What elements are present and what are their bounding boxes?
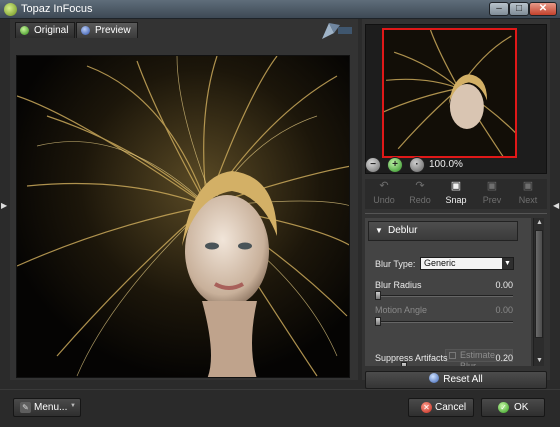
divider xyxy=(365,213,547,214)
undo-label: Undo xyxy=(373,195,395,205)
prev-icon: ▣ xyxy=(486,180,498,192)
tab-original-label: Original xyxy=(34,25,69,36)
suppress-artifacts-label: Suppress Artifacts xyxy=(375,353,448,363)
window-title: Topaz InFocus xyxy=(21,3,93,15)
motion-angle-slider-thumb[interactable] xyxy=(375,317,381,326)
snap-button[interactable]: ▣ Snap xyxy=(439,181,473,207)
zoom-fit-button[interactable]: · xyxy=(409,157,425,173)
tab-preview-label: Preview xyxy=(95,25,131,36)
blur-type-value: Generic xyxy=(424,258,456,268)
blur-radius-value: 0.00 xyxy=(495,280,513,290)
motion-angle-value: 0.00 xyxy=(495,305,513,315)
redo-button[interactable]: ↷ Redo xyxy=(403,181,437,207)
minus-icon: − xyxy=(370,159,376,170)
title-bar: Topaz InFocus – □ ✕ xyxy=(0,0,560,19)
next-icon: ▣ xyxy=(522,180,534,192)
camera-icon: ▣ xyxy=(450,180,462,192)
preview-image[interactable] xyxy=(16,55,350,378)
estimate-icon xyxy=(449,352,456,359)
motion-angle-slider[interactable] xyxy=(375,317,513,326)
scroll-down-icon[interactable]: ▼ xyxy=(534,356,545,366)
plus-icon: + xyxy=(392,159,398,170)
cancel-label: Cancel xyxy=(435,402,467,413)
ok-label: OK xyxy=(514,402,529,413)
next-button[interactable]: ▣ Next xyxy=(511,181,545,207)
blur-radius-slider-thumb[interactable] xyxy=(375,291,381,300)
scrollbar-thumb[interactable] xyxy=(535,230,543,338)
topaz-brand-logo xyxy=(322,23,352,39)
undo-icon: ↶ xyxy=(379,180,389,192)
deblur-section-title: Deblur xyxy=(388,225,418,236)
menu-button[interactable]: ✎ Menu... ▼ xyxy=(13,398,81,417)
undo-button[interactable]: ↶ Undo xyxy=(367,181,401,207)
deblur-settings: ▼ Deblur Blur Type: Generic ▼ Blur Radiu… xyxy=(365,218,531,366)
cancel-icon: ✕ xyxy=(421,402,432,413)
chevron-down-icon: ▼ xyxy=(502,258,513,269)
tab-original[interactable]: Original xyxy=(15,22,76,38)
zoom-out-button[interactable]: − xyxy=(365,157,381,173)
checkmark-icon: ✓ xyxy=(498,402,509,413)
zoom-in-button[interactable]: + xyxy=(387,157,403,173)
footer-bar: ✎ Menu... ▼ ✕ Cancel ✓ OK xyxy=(0,389,560,427)
ok-button[interactable]: ✓ OK xyxy=(481,398,545,417)
prev-button[interactable]: ▣ Prev xyxy=(475,181,509,207)
cancel-button[interactable]: ✕ Cancel xyxy=(408,398,474,417)
blue-dot-icon xyxy=(81,26,90,35)
blur-type-label: Blur Type: xyxy=(375,259,416,269)
next-label: Next xyxy=(518,195,538,205)
settings-scrollbar[interactable]: ▲ ▼ xyxy=(533,218,544,366)
control-panel: − + · 100.0% ↶ Undo ↷ Redo ▣ Snap ▣ Prev… xyxy=(362,19,550,389)
suppress-artifacts-value: 0.20 xyxy=(495,353,513,363)
motion-angle-label: Motion Angle xyxy=(375,305,428,315)
navigator[interactable] xyxy=(365,24,547,174)
wrench-icon: ✎ xyxy=(20,402,31,413)
blur-radius-slider[interactable] xyxy=(375,291,513,300)
reset-icon xyxy=(429,373,440,383)
deblur-section-header[interactable]: ▼ Deblur xyxy=(368,221,518,241)
menu-label: Menu... xyxy=(34,402,68,413)
minimize-button[interactable]: – xyxy=(489,2,509,16)
portrait-photo xyxy=(17,56,349,377)
snap-label: Snap xyxy=(445,195,467,205)
redo-icon: ↷ xyxy=(415,180,425,192)
fit-icon: · xyxy=(415,159,419,170)
prev-label: Prev xyxy=(482,195,502,205)
zoom-level: 100.0% xyxy=(429,159,463,170)
blur-type-select[interactable]: Generic ▼ xyxy=(420,257,514,270)
history-toolbar: ↶ Undo ↷ Redo ▣ Snap ▣ Prev ▣ Next xyxy=(365,179,547,209)
reset-all-button[interactable]: Reset All xyxy=(365,371,547,389)
redo-label: Redo xyxy=(409,195,431,205)
collapse-right-arrow-icon[interactable]: ◀ xyxy=(553,200,560,212)
app-logo-icon xyxy=(4,3,17,16)
navigator-viewport-frame[interactable] xyxy=(382,28,517,158)
collapse-triangle-icon: ▼ xyxy=(375,226,383,235)
close-button[interactable]: ✕ xyxy=(529,2,557,16)
reset-all-label: Reset All xyxy=(443,374,483,385)
suppress-artifacts-slider-thumb[interactable] xyxy=(401,362,408,366)
collapse-left-arrow-icon[interactable]: ▶ xyxy=(1,200,9,212)
blur-radius-label: Blur Radius xyxy=(375,280,422,290)
tab-preview[interactable]: Preview xyxy=(76,22,138,38)
green-dot-icon xyxy=(20,26,29,35)
preview-panel: Original Preview xyxy=(10,19,358,380)
dropdown-caret-icon: ▼ xyxy=(70,403,76,409)
scroll-up-icon[interactable]: ▲ xyxy=(534,218,545,228)
maximize-button[interactable]: □ xyxy=(509,2,529,16)
